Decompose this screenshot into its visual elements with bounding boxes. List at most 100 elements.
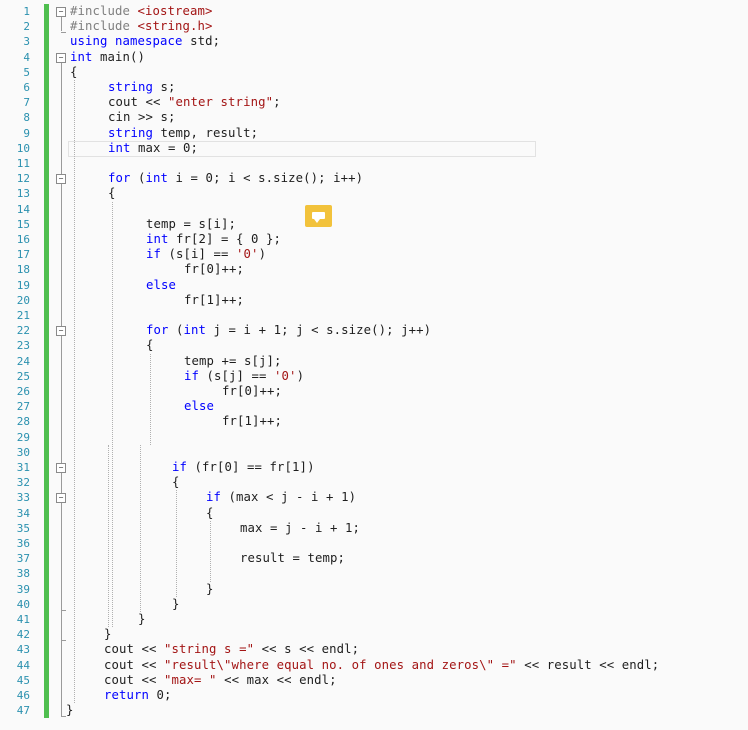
indent-guide bbox=[74, 80, 75, 704]
code-line[interactable]: #include <string.h> bbox=[70, 19, 213, 34]
code-line[interactable]: if (max < j - i + 1) bbox=[206, 490, 356, 505]
code-token: <string.h> bbox=[137, 19, 213, 34]
line-number: 33 bbox=[16, 491, 30, 505]
change-tracking-bar bbox=[44, 4, 49, 718]
code-token: int bbox=[70, 49, 101, 64]
code-line[interactable]: { bbox=[70, 65, 78, 80]
code-line[interactable]: using namespace std; bbox=[70, 34, 220, 49]
code-token: ) bbox=[258, 247, 267, 262]
line-number: 32 bbox=[16, 476, 30, 490]
code-line[interactable]: { bbox=[172, 475, 180, 490]
code-line[interactable]: { bbox=[206, 506, 214, 521]
code-line[interactable]: cout << "max= " << max << endl; bbox=[104, 673, 337, 688]
code-line[interactable]: if (s[j] == '0') bbox=[184, 369, 304, 384]
code-line[interactable]: if (s[i] == '0') bbox=[146, 247, 266, 262]
code-line[interactable]: string s; bbox=[108, 80, 176, 95]
code-line[interactable]: { bbox=[146, 338, 154, 353]
code-token: #include bbox=[70, 4, 138, 18]
line-number: 3 bbox=[23, 35, 30, 49]
line-number: 6 bbox=[23, 81, 30, 94]
collapse-toggle-icon[interactable] bbox=[56, 7, 66, 17]
code-token: if bbox=[184, 368, 207, 383]
code-line[interactable]: int fr[2] = { 0 }; bbox=[146, 232, 281, 247]
code-token: cout << bbox=[104, 657, 165, 672]
code-line[interactable]: for (int j = i + 1; j < s.size(); j++) bbox=[146, 323, 431, 338]
line-number: 39 bbox=[16, 582, 30, 596]
fold-line bbox=[61, 32, 66, 34]
code-token: "string s =" bbox=[164, 642, 255, 657]
code-line[interactable]: max = j - i + 1; bbox=[240, 521, 360, 536]
collapse-toggle-icon[interactable] bbox=[56, 52, 66, 63]
line-number: 30 bbox=[16, 445, 30, 459]
code-line[interactable]: { bbox=[108, 186, 116, 201]
line-number: 24 bbox=[16, 354, 30, 368]
line-number: 47 bbox=[16, 704, 30, 718]
line-number: 45 bbox=[16, 673, 30, 687]
code-line[interactable]: temp = s[i]; bbox=[146, 217, 236, 232]
line-number: 4 bbox=[23, 50, 30, 64]
code-token: } bbox=[138, 612, 146, 626]
code-line[interactable]: int main() bbox=[70, 50, 145, 65]
line-number: 28 bbox=[16, 415, 30, 429]
code-line[interactable]: for (int i = 0; i < s.size(); i++) bbox=[108, 171, 363, 186]
code-token: << s << endl; bbox=[254, 642, 360, 657]
code-line[interactable]: string temp, result; bbox=[108, 126, 258, 141]
line-number: 10 bbox=[16, 141, 30, 155]
code-line[interactable]: else bbox=[146, 278, 176, 293]
code-line[interactable]: cout << "enter string"; bbox=[108, 95, 281, 110]
code-token: fr[2] = { 0 }; bbox=[176, 232, 282, 246]
line-number: 37 bbox=[16, 552, 30, 566]
line-number: 9 bbox=[23, 126, 30, 140]
code-token: else bbox=[184, 399, 215, 414]
code-line[interactable]: } bbox=[138, 612, 146, 627]
code-line[interactable]: fr[0]++; bbox=[222, 384, 282, 399]
code-line[interactable]: temp += s[j]; bbox=[184, 354, 282, 369]
line-number: 14 bbox=[16, 202, 30, 216]
code-line[interactable]: } bbox=[206, 582, 214, 597]
code-token: std; bbox=[190, 34, 221, 49]
line-number: 5 bbox=[23, 65, 30, 79]
code-line[interactable]: return 0; bbox=[104, 688, 172, 703]
code-line[interactable]: cin >> s; bbox=[108, 110, 176, 125]
code-line[interactable]: if (fr[0] == fr[1]) bbox=[172, 460, 315, 475]
code-line[interactable]: fr[1]++; bbox=[184, 293, 244, 308]
code-editor[interactable]: 1234567891011121314151617181920212223242… bbox=[0, 0, 748, 730]
indent-guide bbox=[150, 353, 151, 445]
line-number: 43 bbox=[16, 643, 30, 657]
code-token: #include bbox=[70, 19, 138, 34]
collapse-toggle-icon[interactable] bbox=[56, 326, 66, 337]
code-token: ; bbox=[273, 95, 281, 110]
collapse-toggle-icon[interactable] bbox=[56, 174, 66, 185]
code-token: max = 0; bbox=[138, 140, 199, 155]
code-token: cin >> s; bbox=[108, 110, 176, 125]
line-number: 35 bbox=[16, 521, 30, 535]
collapse-toggle-icon[interactable] bbox=[56, 493, 66, 504]
comment-icon[interactable] bbox=[305, 205, 332, 227]
code-token: { bbox=[206, 505, 214, 520]
fold-line bbox=[61, 640, 66, 642]
code-line[interactable]: } bbox=[172, 597, 180, 612]
code-token: "max= " bbox=[164, 672, 217, 687]
code-line[interactable]: fr[0]++; bbox=[184, 262, 244, 277]
code-token: if bbox=[206, 490, 229, 505]
code-token: string bbox=[108, 80, 161, 94]
code-line[interactable]: fr[1]++; bbox=[222, 414, 282, 429]
line-number: 22 bbox=[16, 324, 30, 338]
line-number: 26 bbox=[16, 385, 30, 398]
code-line[interactable]: } bbox=[104, 627, 112, 642]
code-line[interactable]: cout << "result\"where equal no. of ones… bbox=[104, 658, 659, 673]
code-line[interactable]: int max = 0; bbox=[108, 141, 198, 156]
code-token: fr[1]++; bbox=[184, 292, 245, 307]
code-line[interactable]: } bbox=[66, 703, 74, 718]
line-number: 40 bbox=[16, 597, 30, 611]
code-token: { bbox=[172, 475, 180, 490]
code-token: main() bbox=[100, 49, 146, 64]
code-token: temp += s[j]; bbox=[184, 353, 282, 368]
code-token: int bbox=[146, 232, 177, 246]
code-line[interactable]: result = temp; bbox=[240, 551, 345, 566]
code-line[interactable]: #include <iostream> bbox=[70, 4, 213, 19]
collapse-toggle-icon[interactable] bbox=[56, 463, 66, 473]
code-line[interactable]: else bbox=[184, 399, 214, 414]
code-token: max = j - i + 1; bbox=[240, 520, 361, 535]
code-line[interactable]: cout << "string s =" << s << endl; bbox=[104, 642, 359, 657]
